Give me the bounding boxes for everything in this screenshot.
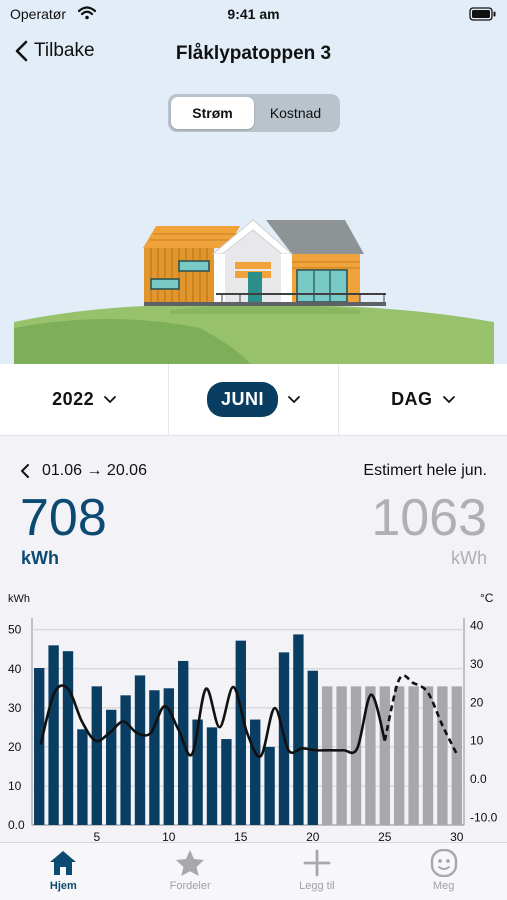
status-bar: Operatør 9:41 am — [0, 0, 507, 28]
y2-tick-label: -10.0 — [470, 810, 498, 824]
bar-estimated — [379, 686, 390, 825]
consumption-chart[interactable]: 0.01020304050-10.00.010203040kWh °C5 10 15 2… — [0, 582, 507, 844]
y2-tick-label: 10 — [470, 734, 484, 748]
bar-actual — [235, 640, 246, 825]
year-selector[interactable]: 2022 — [0, 364, 170, 435]
y2-tick-label: 20 — [470, 695, 484, 709]
house-illustration — [14, 219, 494, 364]
star-icon — [176, 850, 205, 876]
y-tick-label: 20 — [8, 740, 22, 754]
tab-add-label: Legg til — [299, 880, 335, 892]
chevron-left-icon — [21, 464, 29, 478]
tab-me-label: Meg — [432, 880, 455, 892]
bar-estimated — [451, 686, 462, 825]
bar-estimated — [437, 686, 448, 825]
chevron-down-icon — [288, 395, 300, 403]
bar-actual — [91, 686, 102, 825]
segmented-control: Strøm Kostnad — [168, 94, 340, 132]
bar-actual — [34, 667, 45, 825]
tab-benefits-label: Fordeler — [169, 880, 211, 892]
bar-actual — [77, 729, 88, 825]
bar-actual — [206, 727, 218, 825]
bar-actual — [264, 746, 275, 825]
tab-me[interactable]: Meg — [380, 843, 507, 900]
y-tick-label: 10 — [8, 779, 22, 793]
tab-home[interactable]: Hjem — [0, 843, 127, 900]
tab-add[interactable]: Legg til — [254, 843, 381, 900]
y-tick-label: 40 — [8, 662, 22, 676]
bar-actual — [293, 634, 304, 825]
y-tick-label: 30 — [8, 701, 22, 715]
battery-icon — [469, 7, 496, 21]
bar-estimated — [408, 686, 419, 825]
month-selector[interactable]: JUNI — [169, 364, 339, 435]
bar-actual — [221, 739, 232, 825]
bar-actual — [62, 651, 74, 825]
chevron-down-icon — [104, 395, 117, 403]
bar-estimated — [350, 686, 362, 825]
y2-tick-label: 0.0 — [470, 772, 487, 786]
estimate-label: Estimert hele jun. — [363, 462, 487, 479]
header-area: Operatør 9:41 am Tilbake Flåklypatoppen … — [0, 0, 507, 364]
y-tick-label: 50 — [8, 623, 22, 637]
bar-estimated — [394, 686, 405, 825]
previous-period-button[interactable]: 01.06 → 20.06 — [20, 462, 147, 480]
y-axis-label: kWh — [8, 593, 30, 605]
bar-estimated — [322, 686, 333, 825]
page-title: Flåklypatoppen 3 — [175, 43, 332, 64]
estimated-consumption-value: 1063 — [371, 489, 487, 547]
month-value: JUNI — [206, 382, 278, 417]
bar-actual — [307, 670, 318, 825]
home-icon — [50, 851, 77, 875]
y2-axis-label: °C — [480, 591, 494, 605]
y2-tick-label: 30 — [470, 657, 484, 671]
period-selectors: 2022 JUNI DAG — [0, 364, 507, 436]
tab-home-label: Hjem — [49, 880, 77, 892]
y2-tick-label: 40 — [470, 619, 484, 633]
plus-icon — [303, 849, 331, 877]
date-range: 01.06 → 20.06 — [42, 462, 147, 479]
bar-estimated — [422, 686, 434, 825]
bar-actual — [120, 695, 131, 825]
actual-consumption-unit: kWh — [21, 548, 59, 568]
estimated-consumption-unit: kWh — [451, 548, 487, 568]
face-icon — [430, 849, 457, 877]
bar-actual — [48, 645, 59, 825]
segment-option-power[interactable]: Strøm — [171, 97, 254, 129]
navigation-bar: Tilbake Flåklypatoppen 3 — [0, 34, 507, 74]
tab-bar: Hjem Fordeler Legg til Meg — [0, 842, 507, 900]
year-value: 2022 — [52, 389, 95, 409]
chevron-down-icon — [442, 395, 455, 403]
segment-option-cost[interactable]: Kostnad — [254, 97, 337, 129]
bar-actual — [250, 719, 261, 825]
bar-actual — [134, 675, 146, 825]
status-time: 9:41 am — [227, 6, 280, 22]
granularity-selector[interactable]: DAG — [339, 364, 507, 435]
tab-benefits[interactable]: Fordeler — [127, 843, 254, 900]
granularity-value: DAG — [391, 389, 433, 409]
bar-estimated — [336, 686, 347, 825]
bar-actual — [149, 690, 160, 825]
consumption-summary: 01.06 → 20.06 Estimert hele jun. 708 kWh… — [0, 440, 507, 580]
actual-consumption-value: 708 — [20, 489, 107, 547]
y-tick-label: 0.0 — [8, 818, 25, 832]
